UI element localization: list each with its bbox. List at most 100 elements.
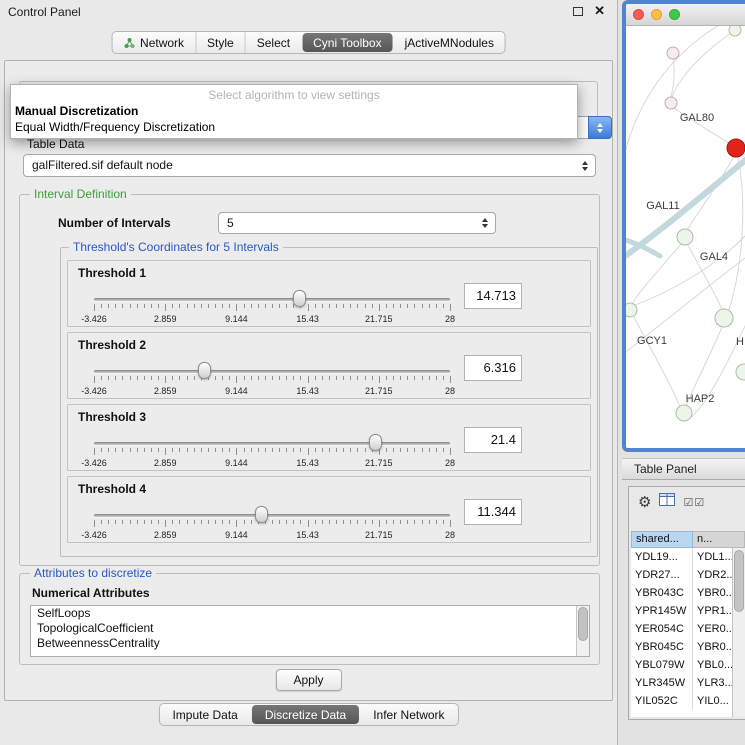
table-row[interactable]: YIL052CYIL0... <box>631 692 732 710</box>
tick-mark <box>436 448 437 452</box>
threshold-slider[interactable]: -3.4262.8599.14415.4321.71528 <box>88 359 456 399</box>
list-item[interactable]: SelfLoops <box>31 606 589 621</box>
table-row[interactable]: YER054CYER0... <box>631 620 732 638</box>
tick-mark <box>279 520 280 524</box>
threshold-value-field[interactable]: 6.316 <box>464 355 522 381</box>
table-row[interactable]: YBL079WYBL0... <box>631 656 732 674</box>
numerical-attributes-list[interactable]: SelfLoopsTopologicalCoefficientBetweenne… <box>30 605 590 657</box>
list-scrollbar-thumb[interactable] <box>578 607 588 641</box>
tick-mark <box>400 304 401 308</box>
network-node[interactable] <box>626 303 637 317</box>
threshold-value-field[interactable]: 21.4 <box>464 427 522 453</box>
tick-mark <box>293 520 294 524</box>
tick-mark <box>407 376 408 380</box>
tick-mark <box>357 376 358 380</box>
network-node[interactable] <box>667 47 679 59</box>
close-traffic-light[interactable] <box>633 9 644 20</box>
network-graph[interactable]: GAL80GAL11GAL4GCY1HAP2H <box>626 26 745 452</box>
number-of-intervals-select[interactable]: 5 <box>218 212 496 234</box>
slider-handle[interactable] <box>293 290 306 307</box>
network-edge <box>671 30 735 100</box>
tick-mark <box>336 520 337 524</box>
bottom-tab-impute-data[interactable]: Impute Data <box>159 704 250 725</box>
checkbox-icons[interactable]: ☑☑ <box>683 496 705 509</box>
network-node[interactable] <box>715 309 733 327</box>
minimize-traffic-light[interactable] <box>651 9 662 20</box>
table-row[interactable]: YBR043CYBR0... <box>631 584 732 602</box>
apply-button[interactable]: Apply <box>275 669 341 691</box>
tick-mark <box>144 520 145 524</box>
tick-mark <box>286 448 287 452</box>
tick-mark <box>272 304 273 308</box>
tab-select[interactable]: Select <box>245 32 301 53</box>
network-node[interactable] <box>665 97 677 109</box>
threshold-slider[interactable]: -3.4262.8599.14415.4321.71528 <box>88 431 456 471</box>
table-row[interactable]: YDR27...YDR2... <box>631 566 732 584</box>
slider-handle[interactable] <box>369 434 382 451</box>
tick-mark <box>450 304 451 311</box>
tick-mark <box>201 304 202 308</box>
table-data-select[interactable]: galFiltered.sif default node <box>23 154 596 177</box>
tab-jactivemnodules[interactable]: jActiveMNodules <box>394 32 505 53</box>
table-row[interactable]: YPR145WYPR1... <box>631 602 732 620</box>
slider-scale: -3.4262.8599.14415.4321.71528 <box>94 314 450 324</box>
network-canvas[interactable]: GAL80GAL11GAL4GCY1HAP2H <box>626 26 745 452</box>
tab-cyni-toolbox[interactable]: Cyni Toolbox <box>302 33 392 52</box>
tick-mark <box>101 376 102 380</box>
threshold-slider[interactable]: -3.4262.8599.14415.4321.71528 <box>88 287 456 327</box>
threshold-value-field[interactable]: 14.713 <box>464 283 522 309</box>
tick-mark <box>172 448 173 452</box>
tick-mark <box>101 520 102 524</box>
tick-mark <box>101 448 102 452</box>
slider-track <box>94 370 450 373</box>
list-scrollbar[interactable] <box>576 606 589 656</box>
network-node[interactable] <box>729 26 741 36</box>
slider-handle[interactable] <box>255 506 268 523</box>
list-item[interactable]: BetweennessCentrality <box>31 636 589 651</box>
table-cell: YPR1... <box>693 602 732 620</box>
tick-mark <box>208 520 209 524</box>
tick-mark <box>251 304 252 308</box>
dropdown-option-equal-width-frequency[interactable]: Equal Width/Frequency Discretization <box>11 119 577 135</box>
table-scrollbar[interactable] <box>732 548 745 717</box>
scale-label: 2.859 <box>154 458 177 468</box>
network-node[interactable] <box>736 364 745 380</box>
gear-icon[interactable]: ⚙ <box>638 495 651 510</box>
slider-handle[interactable] <box>198 362 211 379</box>
table-row[interactable]: YLR345WYLR3... <box>631 674 732 692</box>
tick-mark <box>365 304 366 308</box>
tick-mark <box>251 520 252 524</box>
bottom-tab-infer-network[interactable]: Infer Network <box>360 704 457 725</box>
network-node-label: GAL80 <box>680 112 714 124</box>
network-node[interactable] <box>677 229 693 245</box>
table-scrollbar-thumb[interactable] <box>734 550 744 612</box>
zoom-traffic-light[interactable] <box>669 9 680 20</box>
tick-mark <box>165 448 166 455</box>
bottom-tab-discretize-data[interactable]: Discretize Data <box>252 705 359 724</box>
column-header[interactable]: n... <box>693 531 745 548</box>
network-window-titlebar <box>626 4 745 26</box>
column-header[interactable]: shared... <box>631 531 693 548</box>
tick-mark <box>108 376 109 380</box>
network-node[interactable] <box>727 139 745 157</box>
float-window-icon[interactable] <box>573 7 583 16</box>
dropdown-option-manual-discretization[interactable]: Manual Discretization <box>11 103 577 119</box>
network-node[interactable] <box>676 405 692 421</box>
tab-network[interactable]: Network <box>112 32 195 53</box>
table-row[interactable]: YDL19...YDL1... <box>631 548 732 566</box>
table-row[interactable]: YBR045CYBR0... <box>631 638 732 656</box>
tick-mark <box>372 304 373 308</box>
tick-mark <box>422 304 423 308</box>
table-cell: YER0... <box>693 620 732 638</box>
tick-mark <box>443 448 444 452</box>
tab-style[interactable]: Style <box>195 32 245 53</box>
tick-mark <box>350 520 351 524</box>
slider-ticks <box>94 376 451 384</box>
close-icon[interactable]: ✕ <box>594 5 605 17</box>
threshold-value-field[interactable]: 11.344 <box>464 499 522 525</box>
list-item[interactable]: TopologicalCoefficient <box>31 621 589 636</box>
columns-icon[interactable] <box>659 493 675 511</box>
threshold-slider[interactable]: -3.4262.8599.14415.4321.71528 <box>88 503 456 543</box>
table-cell: YDR27... <box>631 566 693 584</box>
tick-mark <box>414 448 415 452</box>
